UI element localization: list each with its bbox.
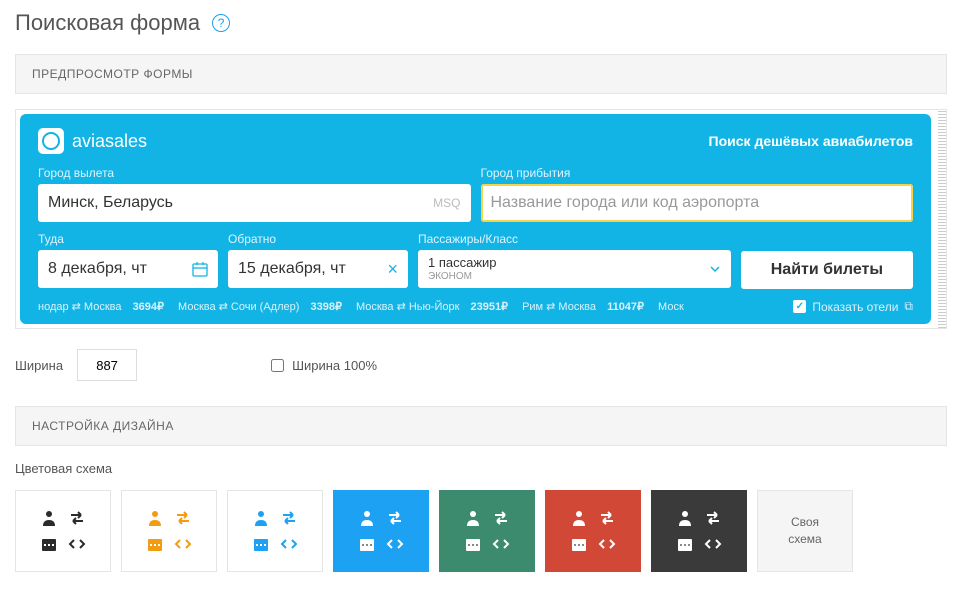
code-icon	[386, 535, 404, 553]
to-placeholder: Название города или код аэропорта	[491, 194, 760, 212]
ticker-item[interactable]: Моск	[658, 301, 684, 313]
code-icon	[704, 535, 722, 553]
pax-label: Пассажиры/Класс	[418, 232, 731, 246]
chevron-down-icon	[709, 263, 721, 275]
return-value: 15 декабря, чт	[238, 260, 346, 278]
swap-icon	[704, 509, 722, 527]
search-button[interactable]: Найти билеты	[741, 251, 913, 289]
show-hotels-label: Показать отели	[812, 300, 898, 314]
external-link-icon: ⧉	[904, 299, 913, 314]
calendar-icon	[570, 535, 588, 553]
color-scheme-option-5[interactable]	[545, 490, 641, 572]
passengers-select[interactable]: 1 пассажир ЭКОНОМ	[418, 250, 731, 288]
brand-logo-icon	[38, 128, 64, 154]
color-scheme-option-4[interactable]	[439, 490, 535, 572]
show-hotels-toggle[interactable]: ✓ Показать отели ⧉	[793, 299, 913, 314]
code-icon	[598, 535, 616, 553]
calendar-icon	[40, 535, 58, 553]
from-iata: MSQ	[433, 196, 460, 210]
price-ticker: нодар ⇄ Москва 3694₽ Москва ⇄ Сочи (Адле…	[38, 299, 913, 314]
tagline: Поиск дешёвых авиабилетов	[709, 133, 913, 149]
swap-icon	[174, 509, 192, 527]
brand-name: aviasales	[72, 131, 147, 152]
pax-class: ЭКОНОМ	[428, 271, 497, 282]
to-input[interactable]: Название города или код аэропорта	[481, 184, 914, 222]
from-input[interactable]: Минск, Беларусь MSQ	[38, 184, 471, 222]
width-input[interactable]	[77, 349, 137, 381]
preview-section-header: ПРЕДПРОСМОТР ФОРМЫ	[15, 54, 947, 94]
design-section-header: НАСТРОЙКА ДИЗАЙНА	[15, 406, 947, 446]
calendar-icon	[146, 535, 164, 553]
color-scheme-option-2[interactable]	[227, 490, 323, 572]
page-title-text: Поисковая форма	[15, 10, 200, 36]
person-icon	[40, 509, 58, 527]
pax-count: 1 пассажир	[428, 256, 497, 270]
return-input[interactable]: 15 декабря, чт ×	[228, 250, 408, 288]
brand: aviasales	[38, 128, 147, 154]
swap-icon	[598, 509, 616, 527]
width-100-toggle[interactable]: Ширина 100%	[271, 358, 377, 373]
person-icon	[676, 509, 694, 527]
width-100-checkbox[interactable]	[271, 359, 284, 372]
color-scheme-option-6[interactable]	[651, 490, 747, 572]
person-icon	[570, 509, 588, 527]
color-scheme-option-1[interactable]	[121, 490, 217, 572]
color-scheme-option-3[interactable]	[333, 490, 429, 572]
ticker-item[interactable]: нодар ⇄ Москва 3694₽	[38, 300, 164, 313]
swap-icon	[280, 509, 298, 527]
person-icon	[146, 509, 164, 527]
depart-label: Туда	[38, 232, 218, 246]
width-controls: Ширина Ширина 100%	[15, 349, 947, 381]
swap-icon	[386, 509, 404, 527]
ticker-item[interactable]: Москва ⇄ Нью-Йорк 23951₽	[356, 300, 508, 313]
calendar-icon	[192, 261, 208, 277]
calendar-icon	[676, 535, 694, 553]
swap-icon	[68, 509, 86, 527]
return-label: Обратно	[228, 232, 408, 246]
page-title: Поисковая форма ?	[15, 10, 947, 36]
calendar-icon	[252, 535, 270, 553]
calendar-icon	[358, 535, 376, 553]
checkbox-checked-icon: ✓	[793, 300, 806, 313]
from-label: Город вылета	[38, 166, 471, 180]
code-icon	[68, 535, 86, 553]
clear-icon[interactable]: ×	[387, 259, 398, 280]
color-scheme-custom[interactable]: Своясхема	[757, 490, 853, 572]
to-label: Город прибытия	[481, 166, 914, 180]
search-form-widget: aviasales Поиск дешёвых авиабилетов Горо…	[20, 114, 931, 324]
code-icon	[280, 535, 298, 553]
width-label: Ширина	[15, 358, 63, 373]
person-icon	[252, 509, 270, 527]
person-icon	[358, 509, 376, 527]
color-schemes: Своясхема	[15, 490, 947, 572]
depart-value: 8 декабря, чт	[48, 260, 147, 278]
ticker-item[interactable]: Рим ⇄ Москва 11047₽	[522, 300, 644, 313]
resize-handle[interactable]	[938, 110, 946, 328]
preview-wrapper: aviasales Поиск дешёвых авиабилетов Горо…	[15, 109, 947, 329]
help-icon[interactable]: ?	[212, 14, 230, 32]
person-icon	[464, 509, 482, 527]
code-icon	[492, 535, 510, 553]
from-value: Минск, Беларусь	[48, 194, 173, 212]
color-scheme-option-0[interactable]	[15, 490, 111, 572]
swap-icon	[492, 509, 510, 527]
ticker-item[interactable]: Москва ⇄ Сочи (Адлер) 3398₽	[178, 300, 342, 313]
code-icon	[174, 535, 192, 553]
calendar-icon	[464, 535, 482, 553]
depart-input[interactable]: 8 декабря, чт	[38, 250, 218, 288]
width-100-label: Ширина 100%	[292, 358, 377, 373]
color-scheme-label: Цветовая схема	[15, 461, 947, 476]
